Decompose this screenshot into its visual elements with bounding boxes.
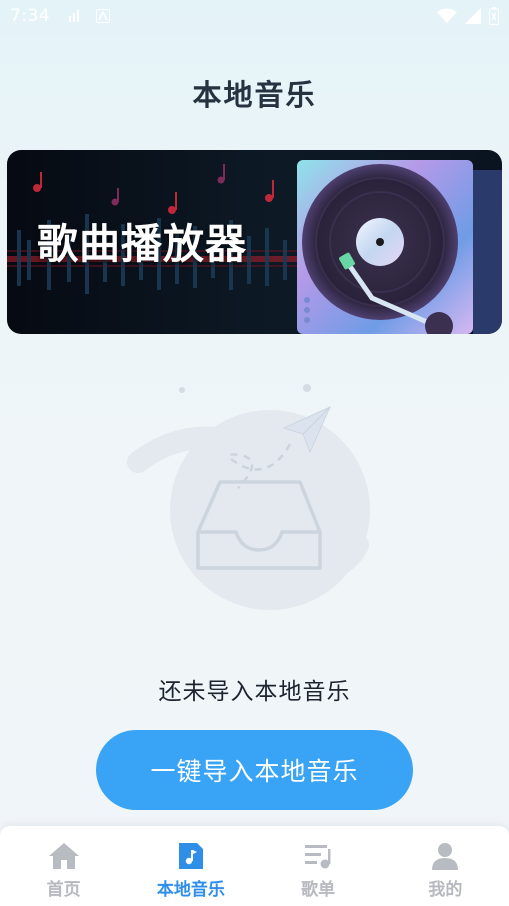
banner-title: 歌曲播放器 — [37, 220, 247, 268]
status-notification-icons — [68, 9, 111, 23]
page-title: 本地音乐 — [192, 78, 317, 112]
tab-playlist-label: 歌单 — [301, 880, 336, 900]
home-icon — [48, 840, 80, 872]
empty-state-message: 还未导入本地音乐 — [158, 679, 351, 705]
cell-signal-icon — [465, 8, 481, 24]
signal-bars-icon — [69, 10, 80, 22]
tab-mine-label: 我的 — [428, 880, 463, 900]
banner[interactable]: 歌曲播放器 — [7, 150, 502, 334]
playlist-icon — [302, 840, 334, 872]
import-local-music-button[interactable]: 一键导入本地音乐 — [96, 730, 413, 810]
status-bar: 7:34 — [0, 0, 509, 32]
wifi-icon — [437, 8, 457, 23]
battery-icon — [489, 7, 499, 25]
tab-local-music[interactable]: 本地音乐 — [127, 826, 254, 906]
status-time: 7:34 — [10, 6, 51, 26]
empty-inbox-illustration — [127, 384, 370, 610]
tab-home-label: 首页 — [46, 880, 81, 900]
user-icon — [429, 840, 461, 872]
tab-playlist[interactable]: 歌单 — [255, 826, 382, 906]
bottom-tab-bar: 首页 本地音乐 歌单 我的 — [0, 826, 509, 906]
app-notification-icon — [96, 9, 111, 23]
status-system-icons — [437, 7, 499, 25]
music-file-icon — [175, 840, 207, 872]
tab-local-music-label: 本地音乐 — [156, 880, 225, 900]
tab-home[interactable]: 首页 — [0, 826, 127, 906]
tab-mine[interactable]: 我的 — [382, 826, 509, 906]
